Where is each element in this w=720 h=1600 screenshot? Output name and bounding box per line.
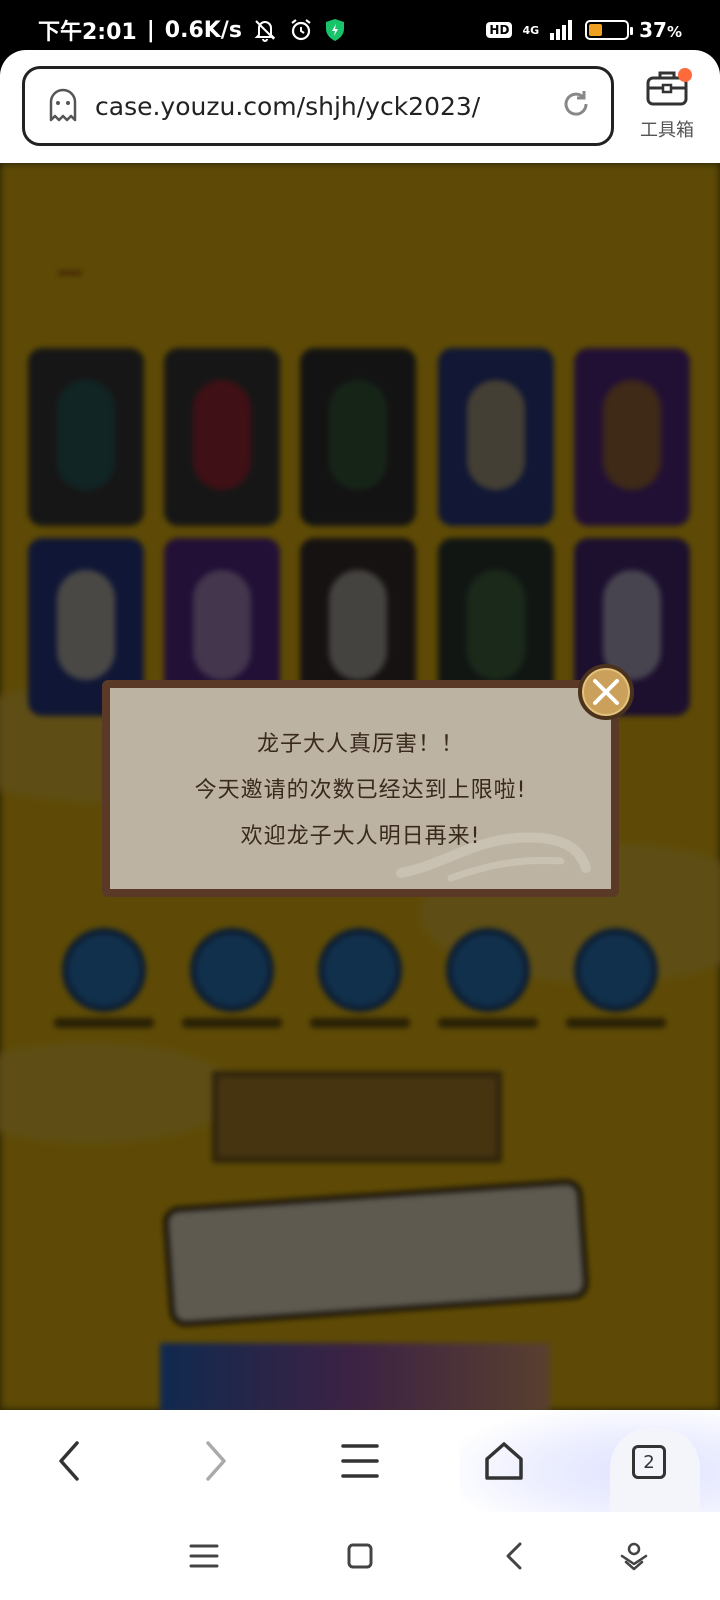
system-home-button[interactable] <box>330 1526 390 1586</box>
tabs-button[interactable]: 2 <box>632 1445 666 1479</box>
alarm-icon <box>288 17 314 43</box>
home-icon <box>485 1442 523 1480</box>
back-button[interactable] <box>30 1410 110 1512</box>
notification-dot <box>678 68 692 82</box>
url-text[interactable]: case.youzu.com/shjh/yck2023/ <box>95 92 559 121</box>
toolbox-button[interactable]: 工具箱 <box>632 68 702 148</box>
dialog-line-1: 龙子大人真厉害！！ <box>256 732 464 757</box>
network-type: 4G <box>522 23 540 37</box>
battery-level <box>589 24 603 36</box>
back-icon <box>59 1441 79 1481</box>
dialog-line-3: 欢迎龙子大人明日再来! <box>240 824 481 849</box>
menu-icon <box>189 1544 219 1568</box>
system-menu-button[interactable] <box>174 1526 234 1586</box>
toolbox-label: 工具箱 <box>640 120 694 141</box>
net-speed: 0.6K/s <box>164 17 242 43</box>
browser-toolbar: case.youzu.com/shjh/yck2023/ 工具箱 <box>0 50 720 163</box>
battery-icon <box>585 20 634 40</box>
mute-bell-icon <box>252 17 278 43</box>
status-left: 下午2:01 | 0.6K/s <box>38 14 346 46</box>
browser-bottom-nav: 2 <box>0 1410 720 1512</box>
menu-icon <box>341 1444 379 1478</box>
dialog-close-button[interactable] <box>578 664 634 720</box>
dialog-message: 龙子大人真厉害！！ 今天邀请的次数已经达到上限啦! 欢迎龙子大人明日再来! <box>110 722 611 860</box>
address-bar[interactable]: case.youzu.com/shjh/yck2023/ <box>22 66 614 146</box>
reload-icon[interactable] <box>559 87 593 125</box>
status-time: 下午2:01 <box>38 20 137 45</box>
status-separator: | <box>146 17 155 43</box>
shield-icon <box>324 18 346 42</box>
menu-button[interactable] <box>320 1410 400 1512</box>
ghost-icon[interactable] <box>43 84 95 128</box>
system-assistant-button[interactable] <box>604 1526 664 1586</box>
dialog-line-2: 今天邀请的次数已经达到上限啦! <box>194 778 527 803</box>
forward-icon <box>206 1441 226 1481</box>
invite-limit-dialog: 龙子大人真厉害！！ 今天邀请的次数已经达到上限啦! 欢迎龙子大人明日再来! <box>102 680 619 897</box>
system-nav-bar <box>0 1512 720 1600</box>
assistant-icon <box>620 1542 648 1571</box>
battery-percent: 37% <box>639 18 682 42</box>
close-icon <box>593 679 619 705</box>
home-square-icon <box>347 1543 373 1569</box>
back-icon <box>506 1542 522 1570</box>
home-button[interactable] <box>464 1410 544 1512</box>
hd-badge: HD <box>486 22 513 38</box>
signal-icon <box>549 19 575 41</box>
status-right: HD 4G 37% <box>486 18 682 42</box>
forward-button[interactable] <box>175 1410 255 1512</box>
system-back-button[interactable] <box>484 1526 544 1586</box>
